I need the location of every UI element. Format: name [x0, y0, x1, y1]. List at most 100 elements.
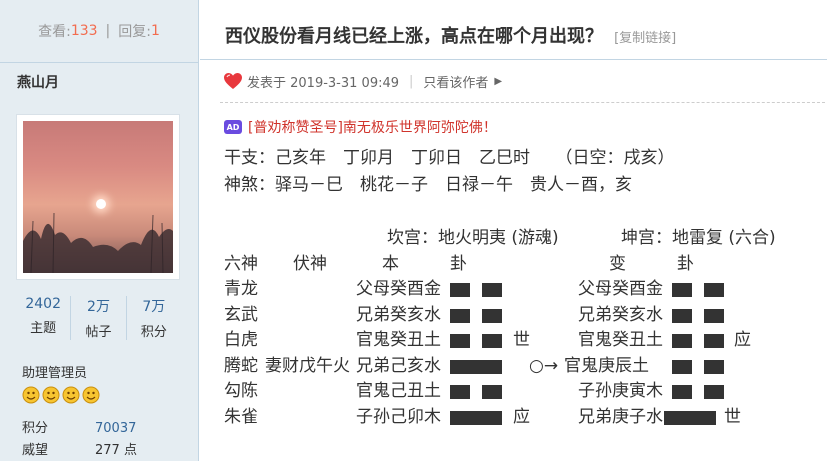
info-value[interactable]: 70037 — [95, 418, 136, 440]
smiley-rank-icon — [62, 386, 80, 404]
shi-ying-marker: 世 — [513, 330, 530, 350]
palace-main: 坎宫：地火明夷 (游魂) — [387, 228, 559, 248]
copy-link-button[interactable]: [复制链接] — [614, 31, 676, 46]
liushen-cell: 白虎 — [224, 330, 258, 350]
liushen-cell: 朱雀 — [224, 406, 258, 427]
count-value: 7万 — [142, 299, 166, 315]
bian-line — [672, 383, 724, 403]
ben-gua-cell: 父母癸酉金 — [356, 279, 441, 299]
fushen-cell: 妻财戊午火 — [265, 355, 350, 376]
count-label: 帖子 — [85, 325, 112, 340]
rank-icons — [22, 386, 100, 404]
post-date: 发表于 2019-3-31 09:49 — [247, 75, 400, 91]
count-label: 积分 — [140, 325, 167, 340]
author-counts: 2402 主题 2万 帖子 7万 积分 — [16, 296, 181, 340]
ad-text[interactable]: [普劝称赞圣号]南无极乐世界阿弥陀佛！ — [248, 117, 497, 137]
smiley-rank-icon — [42, 386, 60, 404]
bian-line — [664, 409, 716, 429]
info-value: 277 点 — [95, 443, 137, 458]
ben-gua-cell: 官鬼己丑土 — [356, 381, 441, 401]
yang-line-bar — [664, 410, 716, 425]
smiley-rank-icon — [82, 386, 100, 404]
moving-line-marker: ○→ — [529, 355, 559, 376]
yin-line-bar — [450, 334, 502, 348]
ben-gua-cell: 兄弟癸亥水 — [356, 304, 441, 325]
shi-ying-marker: 应 — [513, 406, 530, 427]
ganzhi-line: 干支：己亥年 丁卯月 丁卯日 乙巳时 （日空：戌亥） — [224, 148, 675, 168]
author-sidebar: 查看: 133 | 回复: 1 燕山月 2402 主题 2万 帖子 7万 积分 … — [0, 0, 199, 461]
ben-line — [450, 383, 502, 403]
yin-line-bar — [672, 283, 724, 297]
only-author-link[interactable]: 只看该作者 — [423, 72, 488, 91]
info-key: 威望 — [22, 443, 49, 458]
yang-line-bar — [450, 410, 502, 425]
count-value: 2万 — [87, 299, 110, 315]
user-role[interactable]: 助理管理员 — [22, 362, 87, 381]
ad-line[interactable]: AD [普劝称赞圣号]南无极乐世界阿弥陀佛！ — [224, 117, 497, 137]
author-username[interactable]: 燕山月 — [17, 72, 59, 92]
palace-change: 坤宫：地雷复 (六合) — [621, 228, 776, 248]
views-count: 133 — [70, 23, 98, 39]
avatar[interactable] — [16, 114, 180, 280]
ben-line — [450, 307, 502, 327]
play-arrow-icon[interactable]: ▶ — [494, 76, 502, 87]
count-posts[interactable]: 2万 帖子 — [71, 296, 127, 340]
thread-stats: 查看: 133 | 回复: 1 — [0, 0, 198, 63]
yin-line-bar — [672, 308, 724, 323]
post-meta: 发表于 2019-3-31 09:49 | 只看该作者 ▶ — [223, 70, 502, 92]
ben-line — [450, 409, 502, 429]
post-main: 西仪股份看月线已经上涨，高点在哪个月出现？ [复制链接] 发表于 2019-3-… — [200, 0, 827, 461]
ben-gua-cell: 官鬼癸丑土 — [356, 330, 441, 350]
liushen-cell: 青龙 — [224, 279, 258, 299]
title-row: 西仪股份看月线已经上涨，高点在哪个月出现？ [复制链接] — [225, 22, 676, 48]
yin-line-bar — [672, 334, 724, 348]
thread-title: 西仪股份看月线已经上涨，高点在哪个月出现？ — [225, 26, 603, 47]
count-label: 主题 — [30, 321, 57, 336]
header-bian-gua: 变 卦 — [609, 254, 694, 274]
ben-line — [450, 332, 502, 352]
bian-line — [672, 281, 724, 301]
liushen-cell: 玄武 — [224, 304, 258, 325]
replies-label: 回复: — [118, 24, 151, 40]
author-info: 积分 70037 威望 277 点 — [22, 418, 137, 461]
trees-silhouette — [23, 212, 173, 273]
info-row-points: 积分 70037 — [22, 418, 137, 440]
title-divider — [200, 59, 827, 60]
ad-badge-icon: AD — [224, 120, 242, 134]
smiley-rank-icon — [22, 386, 40, 404]
stats-divider: | — [105, 23, 111, 39]
views-label: 查看: — [38, 24, 71, 40]
info-row-prestige: 威望 277 点 — [22, 440, 137, 461]
bian-gua-cell: 兄弟癸亥水 — [578, 304, 663, 325]
header-liushen: 六神 — [224, 254, 258, 274]
shensha-line: 神煞：驿马－巳 桃花－子 日禄－午 贵人－酉，亥 — [224, 175, 632, 195]
ben-gua-cell: 子孙己卯木 — [356, 406, 441, 427]
bian-line — [672, 332, 724, 352]
ben-line — [450, 281, 502, 301]
ben-gua-cell: 兄弟己亥水 — [356, 355, 441, 376]
header-fushen: 伏神 — [293, 254, 327, 274]
meta-divider: | — [409, 73, 414, 89]
liushen-cell: 勾陈 — [224, 381, 258, 401]
yin-line-bar — [450, 308, 502, 323]
yang-line-bar — [450, 359, 502, 374]
count-topics[interactable]: 2402 主题 — [16, 296, 72, 340]
yin-line-bar — [672, 359, 724, 374]
info-key: 积分 — [22, 421, 49, 436]
heart-icon — [224, 73, 242, 89]
yin-line-bar — [450, 283, 502, 297]
replies-count: 1 — [150, 23, 160, 39]
meta-divider-line — [220, 102, 825, 103]
bian-line — [672, 307, 724, 327]
shi-ying-marker: 世 — [724, 406, 741, 427]
bian-gua-cell: 官鬼癸丑土 — [578, 330, 663, 350]
ben-line — [450, 358, 502, 378]
bian-gua-cell: 父母癸酉金 — [578, 279, 663, 299]
yin-line-bar — [450, 385, 502, 399]
bian-gua-cell: 子孙庚寅木 — [578, 381, 663, 401]
count-value: 2402 — [25, 296, 61, 312]
shi-ying-marker: 应 — [734, 330, 751, 350]
bian-line — [672, 358, 724, 378]
yin-line-bar — [672, 385, 724, 399]
count-points[interactable]: 7万 积分 — [127, 296, 181, 340]
